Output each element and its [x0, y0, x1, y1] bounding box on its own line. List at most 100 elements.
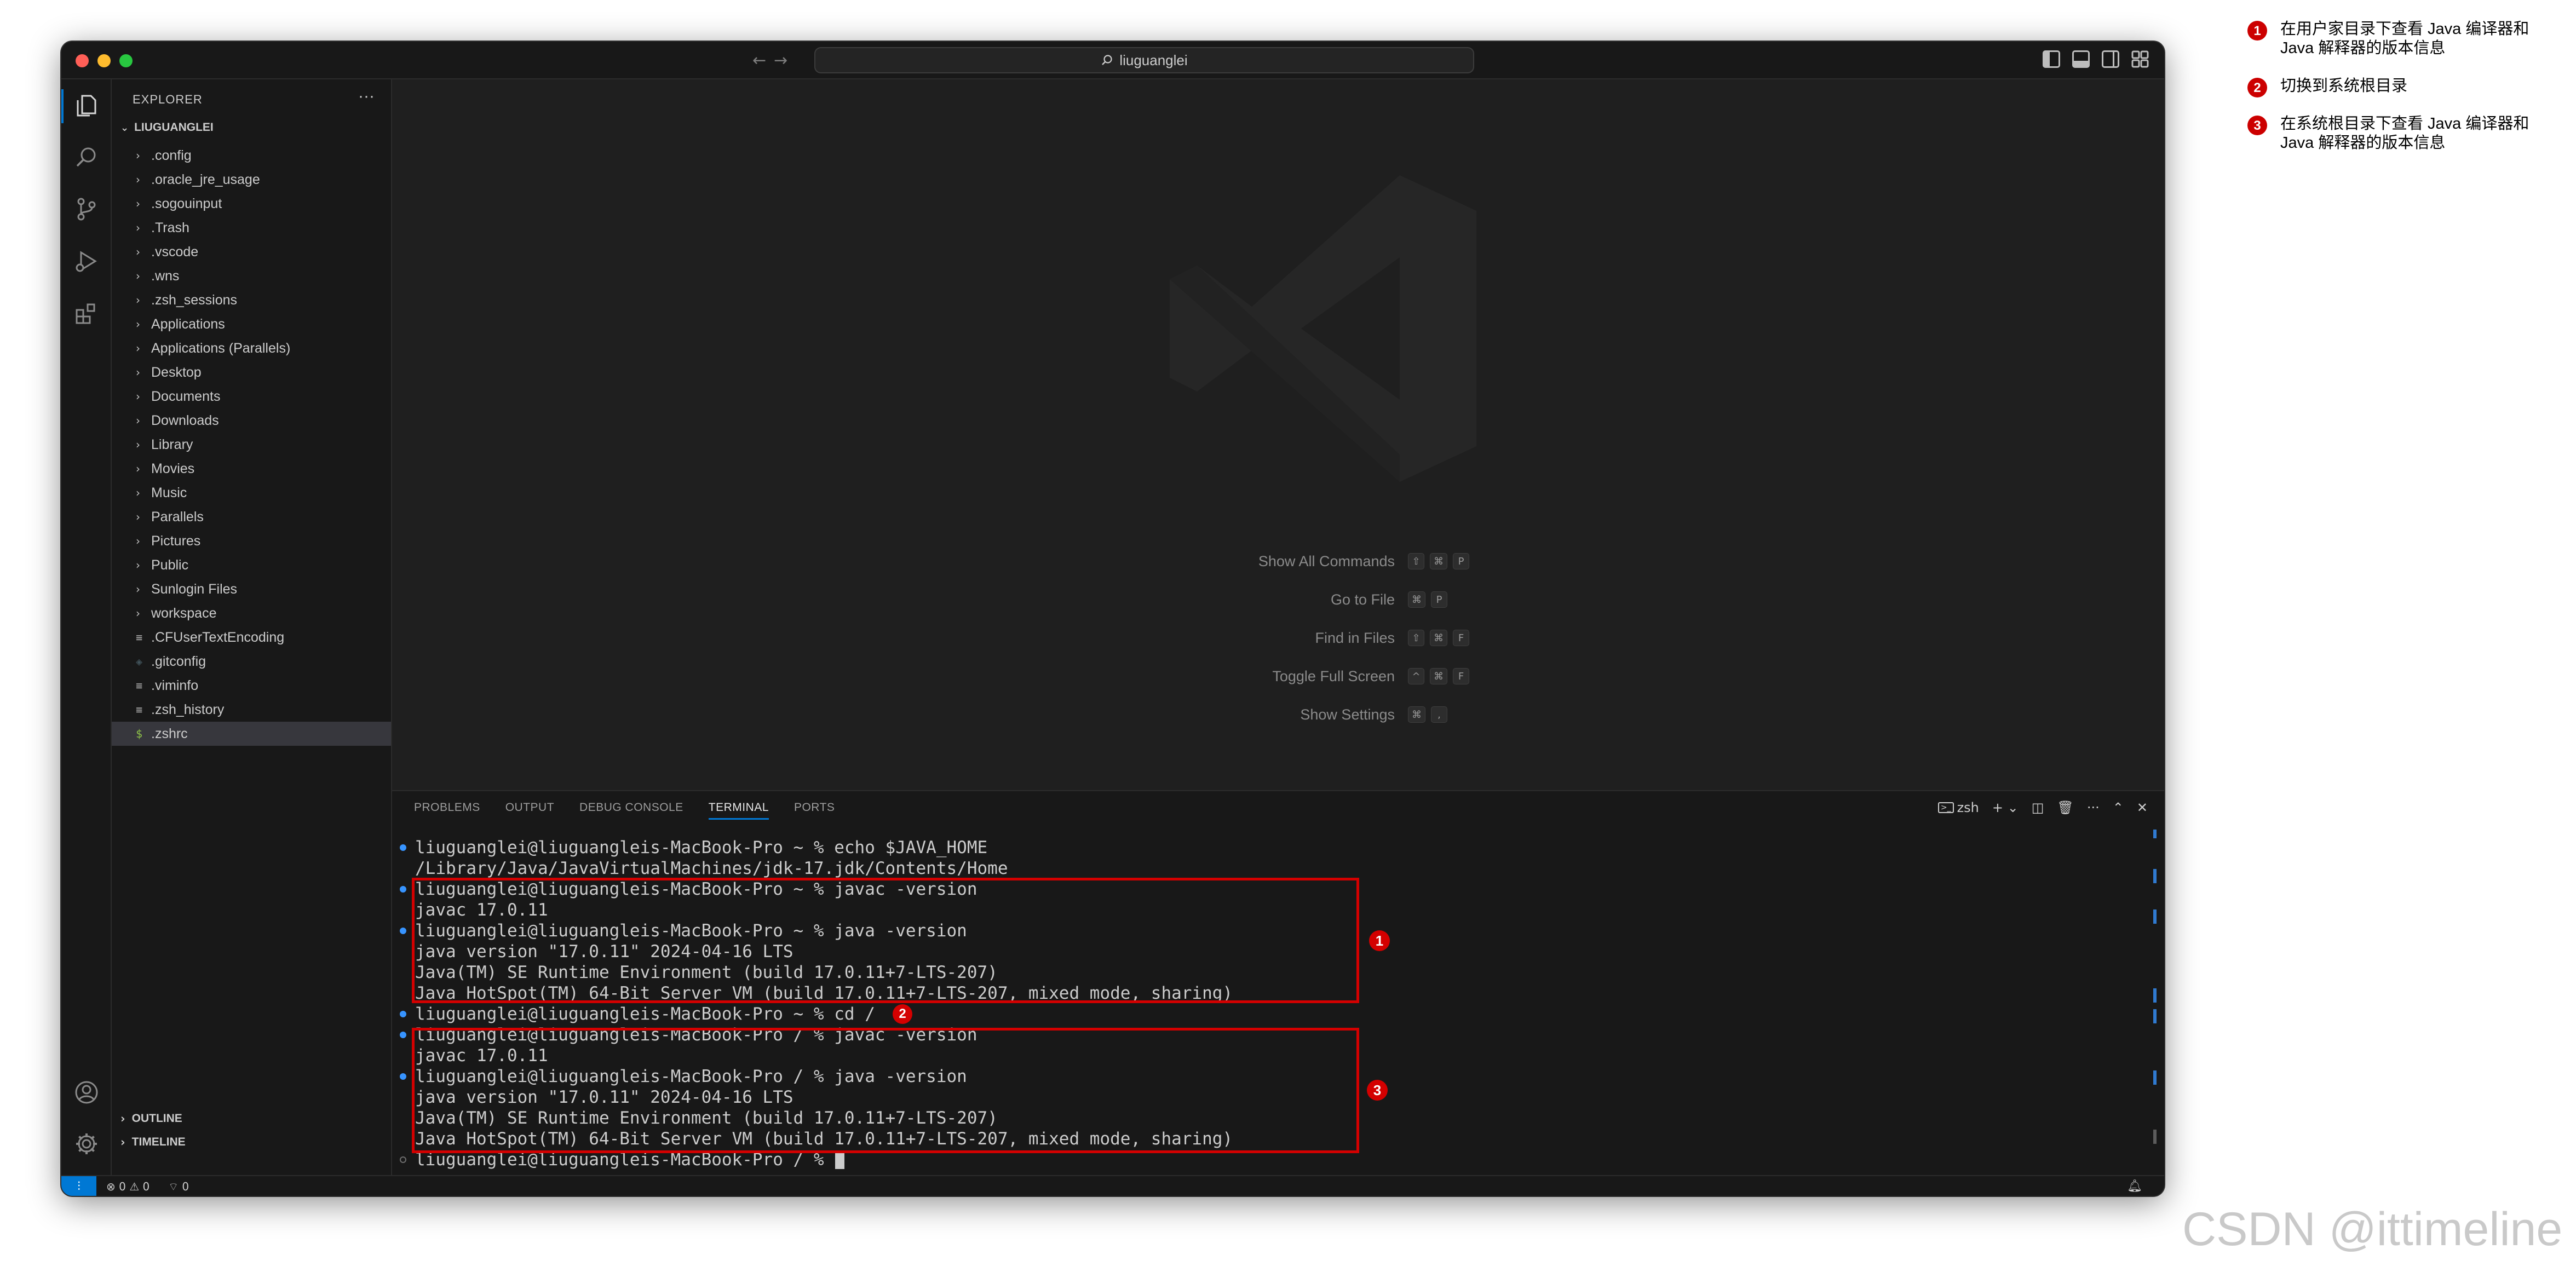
command-decoration-icon[interactable]	[400, 844, 406, 851]
customize-layout-icon[interactable]	[2131, 50, 2149, 68]
chevron-right-icon: ›	[136, 534, 140, 548]
terminal-line-text: /Library/Java/JavaVirtualMachines/jdk-17…	[415, 859, 1008, 878]
tree-item[interactable]: › Movies	[112, 457, 391, 481]
command-center-label: liuguanglei	[1119, 51, 1188, 68]
legend-text: 在系统根目录下查看 Java 编译器和 Java 解释器的版本信息	[2280, 115, 2529, 152]
tree-item[interactable]: › Public	[112, 553, 391, 577]
shortcut-hint: Find in Files ⇧ ⌘ F	[1104, 619, 1542, 657]
workspace-root[interactable]: ⌄ LIUGUANGLEI	[120, 121, 214, 134]
tree-item[interactable]: › Applications	[112, 312, 391, 336]
annotation-box-3	[412, 1028, 1359, 1153]
tree-item[interactable]: › Library	[112, 433, 391, 457]
account-icon[interactable]	[73, 1079, 100, 1106]
tree-item-label: Downloads	[151, 412, 219, 428]
tree-item-label: Library	[151, 436, 193, 452]
panel-tab-ports[interactable]: PORTS	[794, 791, 835, 824]
outline-section[interactable]: › OUTLINE	[120, 1112, 182, 1125]
shortcut-hint: Show Settings ⌘,	[1104, 695, 1542, 734]
ports-status[interactable]: ⌔ 0	[168, 1180, 189, 1194]
tree-item[interactable]: › Documents	[112, 384, 391, 408]
back-arrow-icon[interactable]: ←	[752, 51, 766, 70]
legend-number-badge: 2	[2247, 78, 2267, 97]
search-icon[interactable]	[73, 144, 100, 170]
tree-item[interactable]: › Applications (Parallels)	[112, 336, 391, 360]
toggle-primary-sidebar-icon[interactable]	[2043, 50, 2060, 68]
warning-count: 0	[142, 1180, 150, 1193]
tree-item-label: .zsh_history	[151, 701, 225, 717]
close-panel-icon[interactable]: ✕	[2137, 799, 2148, 816]
legend-item: 3 在系统根目录下查看 Java 编译器和 Java 解释器的版本信息	[2247, 114, 2565, 153]
chevron-right-icon: ›	[136, 607, 140, 620]
maximize-panel-icon[interactable]: ⌃	[2113, 799, 2124, 816]
chevron-right-icon: ›	[120, 1112, 125, 1125]
command-decoration-icon[interactable]	[400, 1032, 406, 1038]
terminal-scrollbar[interactable]	[2153, 830, 2158, 1158]
remote-indicator-icon[interactable]: ⫶	[61, 1176, 96, 1196]
tree-item[interactable]: › .vscode	[112, 240, 391, 264]
tree-item[interactable]: ≡ .zsh_history	[112, 698, 391, 722]
tree-item[interactable]: › workspace	[112, 601, 391, 625]
tree-item[interactable]: ≡ .viminfo	[112, 673, 391, 698]
forward-arrow-icon[interactable]: →	[774, 51, 787, 70]
welcome-shortcut-hints: Show All Commands ⇧ ⌘ P Go to File ⌘ P Find in …	[1104, 542, 1542, 734]
command-decoration-icon[interactable]	[400, 1011, 406, 1017]
tree-item[interactable]: › .wns	[112, 264, 391, 288]
command-center-search[interactable]: liuguanglei	[814, 47, 1474, 73]
tree-item[interactable]: › Parallels	[112, 505, 391, 529]
notifications-bell-icon[interactable]: 🔔︎	[2127, 1179, 2142, 1193]
explorer-icon[interactable]	[73, 93, 100, 119]
legend-number-badge: 3	[2247, 116, 2267, 135]
toggle-panel-icon[interactable]	[2072, 50, 2090, 68]
tree-item[interactable]: › Pictures	[112, 529, 391, 553]
trash-icon[interactable]: 🗑	[2057, 799, 2073, 816]
command-decoration-icon[interactable]	[400, 886, 406, 893]
more-actions-icon[interactable]: ···	[358, 87, 375, 106]
minimize-window-button[interactable]	[97, 54, 111, 67]
command-decoration-icon[interactable]	[400, 928, 406, 934]
tree-item-label: .zsh_sessions	[151, 292, 238, 308]
tree-item[interactable]: › .sogouinput	[112, 192, 391, 216]
terminal-shell-selector[interactable]: >_ zsh	[1937, 799, 1979, 816]
settings-gear-icon[interactable]	[73, 1131, 100, 1157]
tree-item[interactable]: › .zsh_sessions	[112, 288, 391, 312]
extensions-icon[interactable]	[73, 300, 100, 326]
new-terminal-icon[interactable]: + ⌄	[1992, 799, 2019, 816]
tree-item[interactable]: › .config	[112, 143, 391, 168]
title-bar: ← → liuguanglei	[61, 42, 2164, 79]
key-cap: ⇧	[1408, 553, 1424, 569]
chevron-right-icon: ›	[136, 269, 140, 283]
tree-item[interactable]: ◈ .gitconfig	[112, 649, 391, 673]
key-cap: ⇧	[1408, 630, 1424, 646]
tree-item[interactable]: › .oracle_jre_usage	[112, 168, 391, 192]
tree-item-label: Applications	[151, 316, 225, 332]
panel-tab-debug-console[interactable]: DEBUG CONSOLE	[579, 791, 683, 824]
toggle-secondary-sidebar-icon[interactable]	[2102, 50, 2119, 68]
problems-status[interactable]: ⊗ 0 ⚠ 0	[106, 1180, 150, 1193]
tree-item[interactable]: › Desktop	[112, 360, 391, 384]
tree-item[interactable]: › Downloads	[112, 408, 391, 433]
editor-area: Show All Commands ⇧ ⌘ P Go to File ⌘ P Find in …	[392, 79, 2164, 790]
tree-item-label: workspace	[151, 605, 217, 621]
timeline-section[interactable]: › TIMELINE	[120, 1136, 186, 1149]
shortcut-hint-label: Go to File	[1330, 591, 1395, 608]
panel-tab-terminal[interactable]: TERMINAL	[708, 791, 769, 824]
source-control-icon[interactable]	[73, 196, 100, 222]
maximize-window-button[interactable]	[119, 54, 133, 67]
tree-item[interactable]: $ .zshrc	[112, 722, 391, 746]
chevron-down-icon: ⌄	[120, 122, 129, 134]
tree-item[interactable]: › Music	[112, 481, 391, 505]
tree-item[interactable]: › .Trash	[112, 216, 391, 240]
close-window-button[interactable]	[76, 54, 89, 67]
tree-item[interactable]: › Sunlogin Files	[112, 577, 391, 601]
split-terminal-icon[interactable]: ◫	[2032, 799, 2044, 816]
panel-tab-output[interactable]: OUTPUT	[505, 791, 554, 824]
panel-tab-problems[interactable]: PROBLEMS	[414, 791, 480, 824]
run-debug-icon[interactable]	[73, 248, 100, 274]
tree-item-label: .config	[151, 147, 192, 163]
command-decoration-icon[interactable]	[400, 1156, 406, 1163]
legend-text: 切换到系统根目录	[2280, 77, 2408, 95]
command-decoration-icon[interactable]	[400, 1073, 406, 1080]
tree-item[interactable]: ≡ .CFUserTextEncoding	[112, 625, 391, 649]
more-actions-icon[interactable]: ···	[2087, 799, 2100, 816]
shortcut-hint-label: Find in Files	[1315, 629, 1395, 646]
